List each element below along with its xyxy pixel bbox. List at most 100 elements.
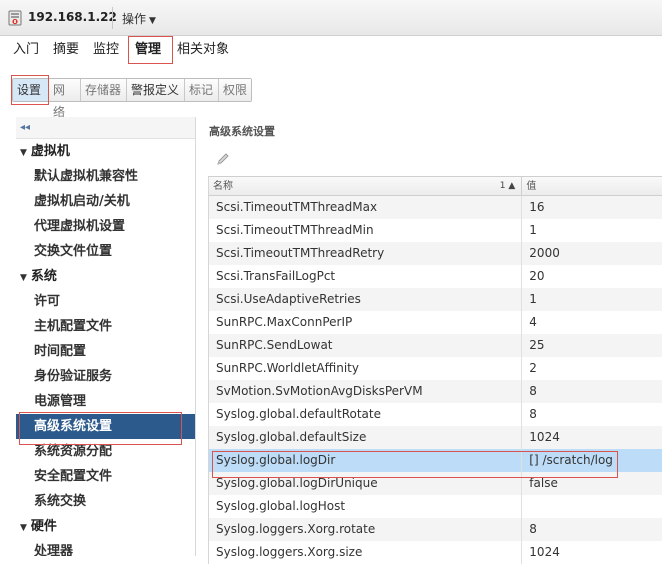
tab-getting-started[interactable]: 入门 [12, 37, 40, 63]
subtab-settings[interactable]: 设置 [13, 79, 49, 101]
nav-group-hardware[interactable]: ▼ 硬件 [16, 514, 195, 539]
settings-nav: ◂◂ ▼ 虚拟机 默认虚拟机兼容性 虚拟机启动/关机 代理虚拟机设置 交换文件位置 ▼ 系统许… [16, 117, 196, 556]
nav-item-system-resource-allocation[interactable]: 系统资源分配 [16, 439, 195, 464]
nav-item-system-swap[interactable]: 系统交换 [16, 489, 195, 514]
table-row[interactable]: SunRPC.WorldletAffinity 2 [209, 357, 662, 380]
setting-name-cell: Scsi.TimeoutTMThreadMin [209, 219, 523, 242]
actions-menu[interactable]: 操作 ▼ [122, 10, 156, 27]
setting-value-cell: 2 [529, 361, 537, 375]
nav-group-label: 硬件 [30, 519, 57, 534]
column-value-label: 值 [526, 181, 537, 192]
setting-name-cell: Syslog.global.defaultRotate [209, 403, 523, 426]
setting-value-cell: 1 [529, 223, 537, 237]
table-body: Scsi.TimeoutTMThreadMax 16 Scsi.TimeoutTMT… [209, 196, 662, 564]
title-separator [112, 7, 113, 29]
table-row[interactable]: Syslog.global.defaultRotate 8 [209, 403, 662, 426]
nav-item-swapfile-location[interactable]: 交换文件位置 [16, 239, 195, 264]
subtab-networking[interactable]: 网络 [49, 79, 81, 119]
table-row[interactable]: SunRPC.SendLowat 25 [209, 334, 662, 357]
chevron-down-icon: ▼ [149, 16, 156, 26]
triangle-down-icon: ▼ [20, 273, 27, 283]
setting-name-cell: Syslog.global.logHost [209, 495, 523, 518]
setting-value-cell: 20 [529, 269, 545, 283]
setting-name-cell: Syslog.loggers.Xorg.size [209, 541, 523, 564]
setting-value-cell: 1024 [529, 545, 560, 559]
host-server-icon [8, 10, 22, 26]
subtab-permissions[interactable]: 权限 [219, 79, 251, 101]
double-chevron-left-icon: ◂◂ [20, 122, 31, 133]
tab-manage[interactable]: 管理 [131, 37, 165, 63]
setting-name-cell: Syslog.global.defaultSize [209, 426, 523, 449]
advanced-settings-panel: 高级系统设置 名称 1 ▲ 值 Scsi.TimeoutTMThreadMax 1… [203, 117, 662, 564]
nav-list: ▼ 虚拟机 默认虚拟机兼容性 虚拟机启动/关机 代理虚拟机设置 交换文件位置 ▼ 系统 许可 主机… [16, 139, 195, 556]
setting-value-cell: 25 [529, 338, 545, 352]
nav-item-security-profile[interactable]: 安全配置文件 [16, 464, 195, 489]
setting-value-cell: 8 [529, 522, 537, 536]
table-row[interactable]: Scsi.TimeoutTMThreadMax 16 [209, 196, 662, 219]
nav-group-system[interactable]: ▼ 系统 [16, 264, 195, 289]
table-row[interactable]: SvMotion.SvMotionAvgDisksPerVM 8 [209, 380, 662, 403]
subtab-alarm-definitions[interactable]: 警报定义 [127, 79, 185, 101]
table-row[interactable]: Scsi.UseAdaptiveRetries 1 [209, 288, 662, 311]
title-bar: 192.168.1.22 操作 ▼ [0, 0, 662, 36]
nav-item-advanced-system-settings[interactable]: 高级系统设置 [16, 414, 195, 439]
setting-value-cell: 8 [529, 407, 537, 421]
setting-name-cell: Syslog.global.logDir [209, 449, 523, 472]
setting-value-cell: 4 [529, 315, 537, 329]
panel-title: 高级系统设置 [209, 125, 275, 138]
nav-item-licensing[interactable]: 许可 [16, 289, 195, 314]
table-row[interactable]: Syslog.global.logDirUnique false [209, 472, 662, 495]
nav-item-processors[interactable]: 处理器 [16, 539, 195, 556]
tab-monitor[interactable]: 监控 [92, 37, 120, 63]
setting-value-cell: 1 [529, 292, 537, 306]
triangle-down-icon: ▼ [20, 148, 27, 158]
setting-value-cell [522, 495, 662, 518]
host-name: 192.168.1.22 [28, 10, 117, 24]
setting-name-cell: Syslog.global.logDirUnique [209, 472, 523, 495]
tab-summary[interactable]: 摘要 [52, 37, 80, 63]
table-header: 名称 1 ▲ 值 [209, 177, 662, 196]
nav-item-time-configuration[interactable]: 时间配置 [16, 339, 195, 364]
settings-table: 名称 1 ▲ 值 Scsi.TimeoutTMThreadMax 16 Scsi.T… [208, 176, 662, 564]
column-header-name[interactable]: 名称 1 ▲ [209, 177, 523, 195]
setting-value-cell: 16 [529, 200, 545, 214]
column-header-value[interactable]: 值 [522, 177, 662, 195]
setting-name-cell: Syslog.loggers.Xorg.rotate [209, 518, 523, 541]
table-row[interactable]: Scsi.TimeoutTMThreadRetry 2000 [209, 242, 662, 265]
subtab-tags[interactable]: 标记 [185, 79, 219, 101]
sort-ascending-icon: 1 ▲ [499, 181, 516, 191]
actions-label: 操作 [122, 12, 147, 26]
tab-related-objects[interactable]: 相关对象 [177, 37, 229, 63]
subtab-storage[interactable]: 存储器 [81, 79, 127, 101]
nav-group-virtual-machines[interactable]: ▼ 虚拟机 [16, 139, 195, 164]
setting-name-cell: SunRPC.SendLowat [209, 334, 523, 357]
nav-group-label: 系统 [30, 269, 57, 284]
table-row[interactable]: Scsi.TimeoutTMThreadMin 1 [209, 219, 662, 242]
setting-name-cell: Scsi.TimeoutTMThreadMax [209, 196, 523, 219]
nav-item-power-management[interactable]: 电源管理 [16, 389, 195, 414]
table-row[interactable]: Syslog.global.logHost [209, 495, 662, 518]
setting-name-cell: Scsi.TransFailLogPct [209, 265, 523, 288]
triangle-down-icon: ▼ [20, 523, 27, 533]
setting-name-cell: Scsi.TimeoutTMThreadRetry [209, 242, 523, 265]
setting-name-cell: SunRPC.WorldletAffinity [209, 357, 523, 380]
main-tabs: 入门 摘要 监控 管理 相关对象 [0, 37, 662, 63]
nav-item-vm-startup-shutdown[interactable]: 虚拟机启动/关机 [16, 189, 195, 214]
table-row[interactable]: Syslog.global.logDir [] /scratch/log [209, 449, 662, 472]
setting-name-cell: SunRPC.MaxConnPerIP [209, 311, 523, 334]
collapse-nav-button[interactable]: ◂◂ [16, 117, 195, 139]
table-row[interactable]: Syslog.loggers.Xorg.rotate 8 [209, 518, 662, 541]
setting-value-cell: 8 [529, 384, 537, 398]
nav-item-default-vm-compatibility[interactable]: 默认虚拟机兼容性 [16, 164, 195, 189]
nav-item-authentication-services[interactable]: 身份验证服务 [16, 364, 195, 389]
setting-value-cell: false [529, 476, 558, 490]
table-row[interactable]: SunRPC.MaxConnPerIP 4 [209, 311, 662, 334]
table-row[interactable]: Syslog.loggers.Xorg.size 1024 [209, 541, 662, 564]
table-row[interactable]: Syslog.global.defaultSize 1024 [209, 426, 662, 449]
setting-value-cell: 2000 [529, 246, 560, 260]
nav-item-agent-vm-settings[interactable]: 代理虚拟机设置 [16, 214, 195, 239]
table-row[interactable]: Scsi.TransFailLogPct 20 [209, 265, 662, 288]
nav-item-host-profile[interactable]: 主机配置文件 [16, 314, 195, 339]
edit-pencil-icon[interactable] [215, 151, 231, 167]
column-name-label: 名称 [213, 181, 233, 192]
